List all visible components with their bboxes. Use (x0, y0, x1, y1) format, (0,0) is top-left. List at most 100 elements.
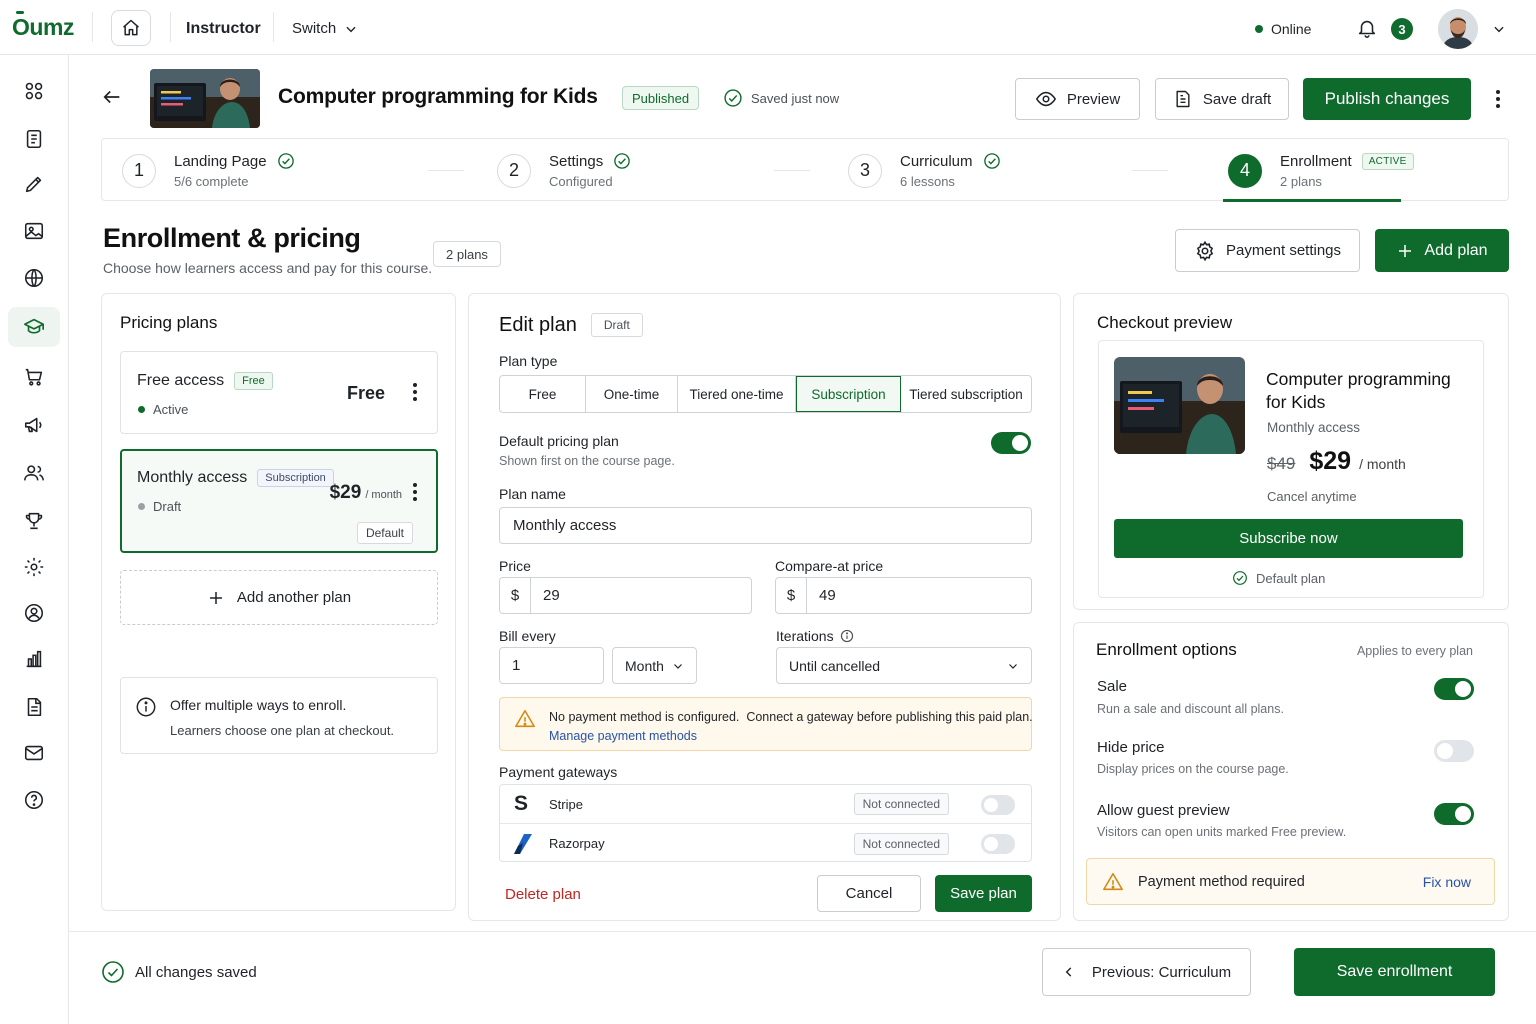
delete-plan-button[interactable]: Delete plan (505, 886, 581, 903)
payment-gateways-list: S Stripe Not connected Razorpay Not conn… (499, 784, 1032, 862)
plan-type-tiered-one-time[interactable]: Tiered one-time (678, 376, 796, 412)
preview-button[interactable]: Preview (1015, 78, 1140, 120)
sidebar-item-settings[interactable] (8, 547, 60, 587)
plan-type-tiered-subscription[interactable]: Tiered subscription (901, 376, 1031, 412)
plan-menu-button[interactable] (411, 482, 419, 502)
iterations-label-text: Iterations (776, 628, 834, 644)
sidebar-item-marketing[interactable] (8, 405, 60, 445)
step-number: 1 (122, 153, 156, 188)
step-curriculum[interactable]: 3 Curriculum 6 lessons (848, 139, 1001, 202)
save-draft-button[interactable]: Save draft (1155, 78, 1289, 120)
check-circle-icon (983, 153, 1000, 169)
step-number: 3 (848, 153, 882, 188)
bill-unit-value: Month (625, 657, 664, 674)
checkout-price-period: / month (1359, 456, 1406, 472)
plan-item-monthly[interactable]: Monthly access Subscription Draft $29 / … (120, 449, 438, 553)
compare-price-input[interactable]: $ 49 (775, 577, 1032, 614)
bill-unit-select[interactable]: Month (612, 647, 697, 684)
sidebar-item-documents[interactable] (8, 687, 60, 727)
checkout-default-note: Default plan (1232, 570, 1325, 586)
pricing-plans-card: Pricing plans Free access Free Active Fr… (101, 293, 456, 911)
step-enrollment[interactable]: 4 Enrollment ACTIVE 2 plans (1228, 139, 1414, 202)
account-menu-toggle[interactable] (1492, 22, 1506, 36)
iterations-select[interactable]: Until cancelled (776, 647, 1032, 684)
step-settings[interactable]: 2 Settings Configured (497, 139, 631, 202)
eye-icon (1035, 91, 1056, 107)
manage-payment-link[interactable]: Manage payment methods (549, 729, 697, 743)
brand-logo[interactable]: Oumz (12, 14, 74, 41)
plan-type-free[interactable]: Free (500, 376, 586, 412)
default-plan-toggle[interactable] (991, 432, 1031, 454)
fix-now-link[interactable]: Fix now (1423, 874, 1471, 890)
payment-gateways-label: Payment gateways (499, 764, 618, 780)
sale-toggle[interactable] (1434, 678, 1474, 700)
stripe-toggle[interactable] (981, 795, 1015, 815)
cart-icon (25, 368, 43, 386)
checkout-old-price: $49 (1267, 454, 1296, 473)
home-button[interactable] (111, 10, 151, 46)
trophy-icon (25, 512, 43, 530)
sidebar-item-edit[interactable] (8, 164, 60, 204)
sidebar-item-analytics[interactable] (8, 639, 60, 679)
step-subtitle: 2 plans (1280, 173, 1322, 189)
price-input[interactable]: $ 29 (499, 577, 752, 614)
plan-item-free[interactable]: Free access Free Active Free (120, 351, 438, 434)
price-value: 29 (543, 587, 560, 604)
guest-preview-toggle[interactable] (1434, 803, 1474, 825)
online-label: Online (1271, 21, 1312, 37)
plan-status-text: Draft (153, 499, 182, 514)
checkout-preview: Computer programming for Kids Monthly ac… (1098, 340, 1484, 598)
step-title: Landing Page (174, 152, 267, 170)
previous-step-button[interactable]: Previous: Curriculum (1042, 948, 1251, 996)
analytics-icon (26, 650, 42, 668)
add-another-plan-button[interactable]: Add another plan (120, 570, 438, 625)
divider (273, 12, 274, 42)
info-note-title: Offer multiple ways to enroll. (170, 697, 347, 713)
save-enrollment-button[interactable]: Save enrollment (1294, 948, 1495, 996)
sidebar-item-help[interactable] (8, 780, 60, 820)
bill-every-label: Bill every (499, 628, 556, 644)
sidebar-item-academy[interactable] (8, 307, 60, 347)
notifications-button[interactable] (1356, 17, 1378, 39)
payment-settings-button[interactable]: Payment settings (1175, 229, 1360, 272)
sidebar-item-users[interactable] (8, 453, 60, 493)
sidebar-item-messages[interactable] (8, 733, 60, 773)
save-plan-button[interactable]: Save plan (935, 875, 1032, 912)
add-plan-button[interactable]: Add plan (1375, 229, 1509, 272)
courses-icon (26, 129, 42, 149)
hide-price-toggle[interactable] (1434, 740, 1474, 762)
razorpay-toggle[interactable] (981, 834, 1015, 854)
switch-dropdown[interactable]: Switch (292, 20, 358, 37)
sidebar-item-achievements[interactable] (8, 501, 60, 541)
alert-text: Payment method required (1138, 874, 1305, 890)
sidebar-item-profile[interactable] (8, 593, 60, 633)
divider (92, 12, 93, 42)
plan-type-one-time[interactable]: One-time (586, 376, 678, 412)
more-options-button[interactable] (1488, 88, 1508, 110)
check-circle-icon (102, 961, 124, 983)
plan-menu-button[interactable] (411, 382, 419, 402)
bill-interval-input[interactable]: 1 (499, 647, 604, 684)
sidebar-item-store[interactable] (8, 357, 60, 397)
step-landing-page[interactable]: 1 Landing Page 5/6 complete (122, 139, 295, 202)
sidebar-item-courses[interactable] (8, 119, 60, 159)
user-avatar[interactable] (1438, 9, 1478, 49)
edit-plan-card: Edit plan Draft Plan type Free One-time … (468, 293, 1061, 921)
plan-name-input[interactable]: Monthly access (499, 507, 1032, 544)
top-bar: Oumz Instructor Switch Online 3 (0, 0, 1536, 55)
back-button[interactable] (101, 86, 123, 108)
plan-type-subscription[interactable]: Subscription (796, 376, 901, 412)
razorpay-icon (514, 833, 532, 854)
active-step-indicator (1223, 199, 1401, 202)
subscribe-button[interactable]: Subscribe now (1114, 519, 1463, 558)
chevron-down-icon (674, 663, 682, 669)
publish-button[interactable]: Publish changes (1303, 78, 1471, 120)
online-dot (1255, 25, 1263, 33)
sidebar (0, 55, 69, 1024)
sidebar-item-website[interactable] (8, 258, 60, 298)
cancel-button[interactable]: Cancel (817, 875, 921, 912)
info-icon[interactable] (840, 629, 854, 643)
sidebar-item-media[interactable] (8, 211, 60, 251)
sidebar-item-dashboard[interactable] (8, 71, 60, 111)
chevron-left-icon (1065, 967, 1072, 977)
